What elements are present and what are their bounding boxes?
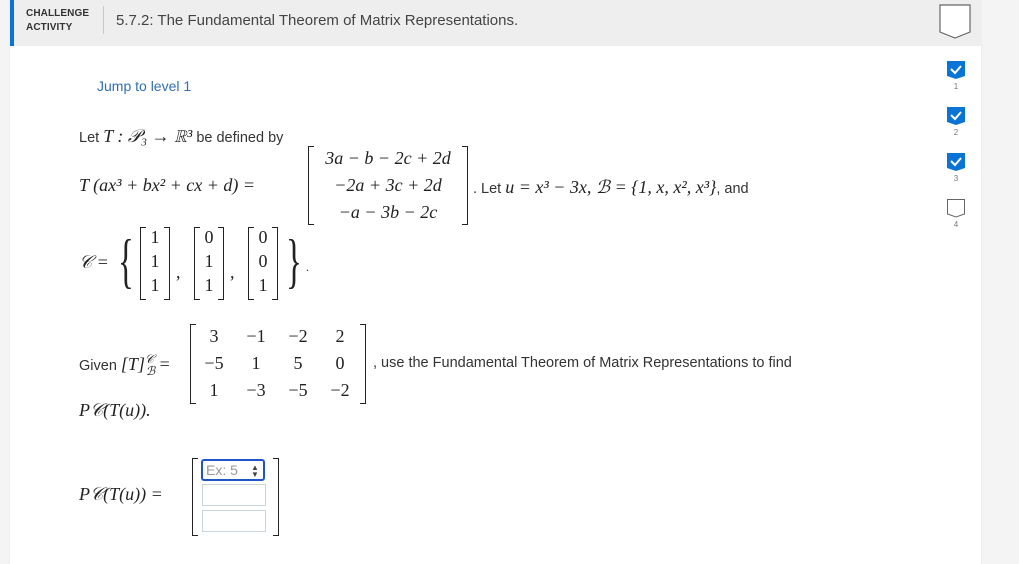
right-brace: }: [286, 228, 302, 294]
u-definition: u = x³ − 3x, ℬ = {1, x, x², x³}: [505, 177, 717, 197]
activity-title: 5.7.2: The Fundamental Theorem of Matrix…: [116, 12, 519, 29]
level-2-button[interactable]: 2: [944, 106, 968, 137]
left-brace: {: [118, 228, 134, 294]
activity-type-label: CHALLENGE ACTIVITY: [26, 8, 90, 33]
level-3-button[interactable]: 3: [944, 152, 968, 183]
checkmark-icon: [947, 107, 965, 125]
u-and-basis-def: . Let u = x³ − 3x, ℬ = {1, x, x², x³}, a…: [473, 177, 749, 197]
header-divider: [103, 6, 104, 34]
basis-vector-1: 1 1 1: [140, 227, 170, 300]
checkmark-icon: [947, 61, 965, 79]
basis-vector-2: 0 1 1: [194, 227, 224, 300]
stepper-icon[interactable]: ▲ ▼: [250, 464, 260, 479]
activity-completion-icon: [939, 4, 971, 39]
level-incomplete-icon: [947, 199, 965, 218]
checkmark-icon: [947, 153, 965, 171]
activity-header: CHALLENGE ACTIVITY 5.7.2: The Fundamenta…: [10, 0, 981, 46]
transformation-output-vector: 3a − b − 2c + 2d −2a + 3c + 2d −a − 3b −…: [308, 146, 468, 225]
basis-c-label: 𝒞 =: [79, 252, 109, 272]
given-label: Given [T]𝒞ℬ =: [79, 352, 170, 378]
answer-input-3[interactable]: [202, 510, 266, 532]
map-definition: T : 𝒫₃ → ℝ³: [103, 126, 193, 146]
answer-input-1[interactable]: Ex: 5 ▲ ▼: [201, 459, 265, 481]
level-1-button[interactable]: 1: [944, 60, 968, 91]
basis-vector-3: 0 0 1: [248, 227, 278, 300]
jump-to-level-link[interactable]: Jump to level 1: [97, 78, 191, 94]
matrix-rep-symbol: [T]𝒞ℬ =: [120, 352, 170, 378]
instruction-text: , use the Fundamental Theorem of Matrix …: [373, 355, 792, 371]
problem-intro: Let T : 𝒫₃ → ℝ³ be defined by: [79, 126, 284, 146]
level-4-button[interactable]: 4: [944, 198, 968, 229]
target-expression: P𝒞(T(u)).: [79, 400, 151, 420]
matrix-representation: 3 −1 −2 2 −5 1 5 0 1 −3 −5 −2: [190, 324, 366, 404]
answer-label: P𝒞(T(u)) =: [79, 484, 163, 504]
answer-input-2[interactable]: [202, 484, 266, 506]
transformation-lhs: T (ax³ + bx² + cx + d) =: [79, 175, 256, 195]
